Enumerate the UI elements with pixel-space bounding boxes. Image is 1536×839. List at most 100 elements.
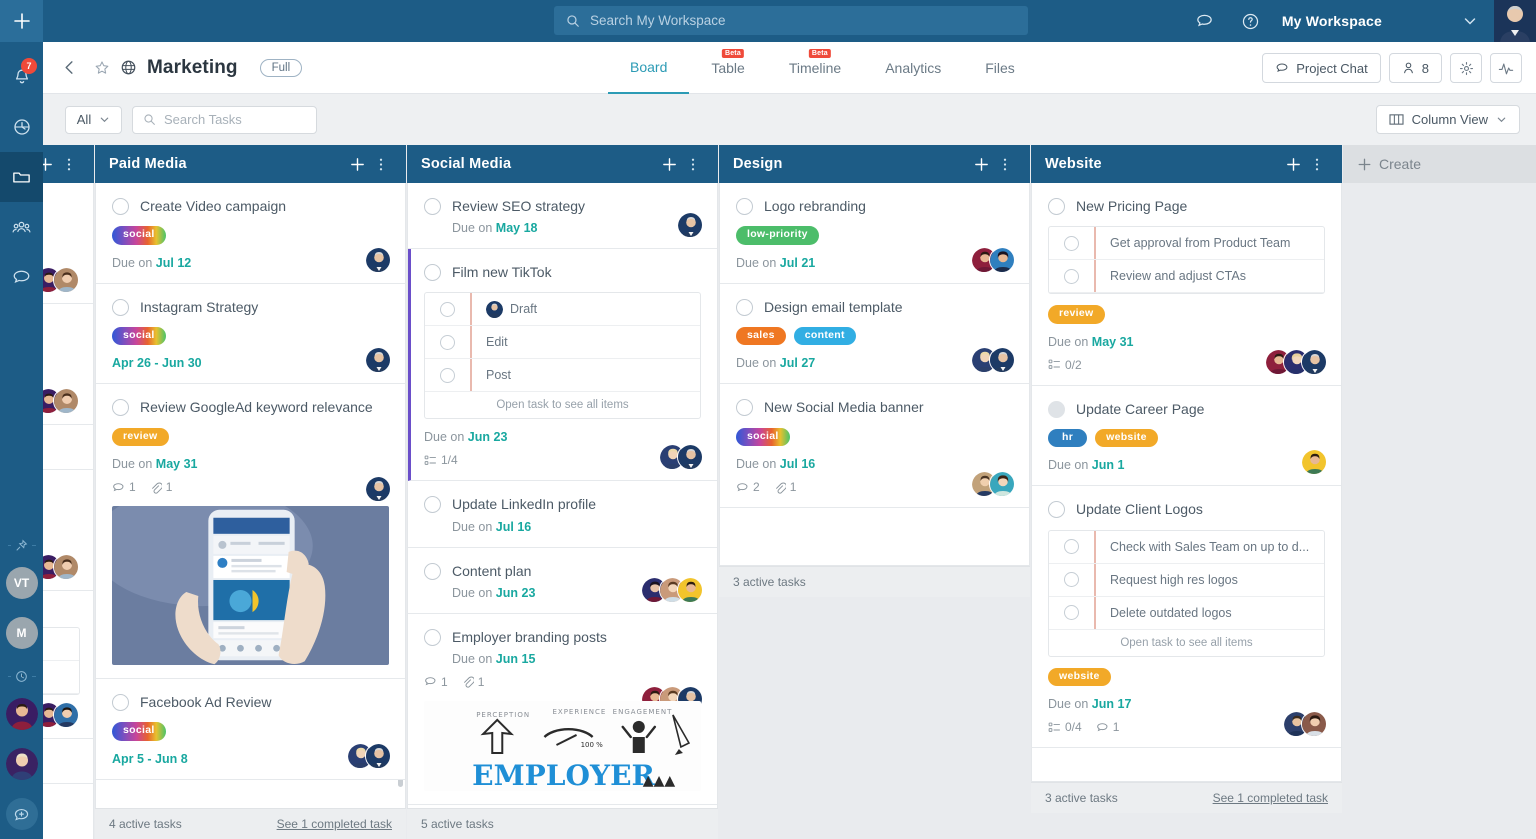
- subtask-checkbox[interactable]: [440, 367, 455, 383]
- avatar[interactable]: [365, 246, 391, 273]
- tab-timeline[interactable]: Beta Timeline: [767, 42, 863, 94]
- tag[interactable]: sales: [736, 326, 786, 346]
- column-body[interactable]: Create Video campaign social Due on Jul …: [95, 183, 406, 808]
- subtask-row[interactable]: [43, 628, 79, 661]
- card[interactable]: blog articles t blog: [43, 304, 93, 425]
- tag[interactable]: website: [1095, 428, 1158, 448]
- card[interactable]: [43, 591, 93, 739]
- subtask-row[interactable]: Review and adjust CTAs: [1049, 260, 1324, 294]
- subtask-checkbox[interactable]: [1064, 605, 1079, 621]
- card-checkbox[interactable]: [424, 628, 441, 646]
- avatar[interactable]: [1301, 711, 1327, 738]
- card-checkbox[interactable]: [424, 496, 441, 514]
- column-menu-button[interactable]: [58, 156, 80, 173]
- subtask-row[interactable]: [43, 661, 79, 694]
- filter-select[interactable]: All: [65, 105, 122, 134]
- card-checkbox[interactable]: [424, 264, 441, 282]
- column-view-button[interactable]: Column View: [1375, 105, 1520, 134]
- project-chat-button[interactable]: Project Chat: [1262, 53, 1381, 83]
- settings-button[interactable]: [1450, 53, 1482, 83]
- rail-avatar-user-1[interactable]: [5, 698, 38, 730]
- card[interactable]: [43, 425, 93, 470]
- subtask-checkbox[interactable]: [1064, 235, 1079, 251]
- rail-avatar-m[interactable]: M: [5, 617, 38, 649]
- avatar[interactable]: [53, 388, 79, 414]
- subtask-row[interactable]: Request high res logos: [1049, 563, 1324, 597]
- sidebar-item-dashboard[interactable]: [0, 102, 43, 152]
- messages-button[interactable]: [1182, 0, 1228, 42]
- card[interactable]: Design email template sales content Due …: [720, 283, 1029, 385]
- card-checkbox[interactable]: [736, 198, 753, 215]
- subtask-open-link[interactable]: Open task to see all items: [1049, 630, 1324, 656]
- rail-avatar-vt[interactable]: VT: [5, 567, 38, 599]
- back-button[interactable]: [61, 59, 78, 76]
- card-checkbox[interactable]: [112, 298, 129, 316]
- column-body[interactable]: New Pricing Page Get approval from Produ…: [1031, 183, 1342, 782]
- column-menu-button[interactable]: [1306, 156, 1328, 173]
- global-add-button[interactable]: [0, 0, 43, 42]
- tag[interactable]: review: [1048, 305, 1105, 324]
- card[interactable]: blog articles t blog: [43, 470, 93, 591]
- card[interactable]: Instagram Strategy social Apr 26 - Jun 3…: [96, 283, 405, 385]
- activity-button[interactable]: [1490, 53, 1522, 83]
- card-checkbox[interactable]: [424, 198, 441, 215]
- tag[interactable]: social: [112, 722, 166, 741]
- sidebar-item-projects[interactable]: [0, 152, 43, 202]
- avatar[interactable]: [677, 576, 703, 603]
- card[interactable]: Film new TikTok Draft Edit Post Open tas…: [408, 249, 717, 482]
- card-checkbox[interactable]: [112, 198, 129, 215]
- card[interactable]: blog articles t blog: [43, 183, 93, 304]
- card-checkbox[interactable]: [736, 298, 753, 316]
- tab-analytics[interactable]: Analytics: [863, 42, 963, 94]
- card-checkbox[interactable]: [1048, 400, 1065, 418]
- card[interactable]: [43, 739, 93, 784]
- tab-board[interactable]: Board: [608, 42, 690, 94]
- card-checkbox[interactable]: [112, 694, 129, 712]
- star-icon[interactable]: [94, 60, 110, 76]
- card-attachment-preview[interactable]: PERCEPTION EXPERIENCE ENGAGEMENT 100 % E…: [424, 700, 701, 791]
- add-task-button[interactable]: [657, 156, 682, 173]
- create-column-button[interactable]: Create: [1343, 145, 1536, 183]
- card[interactable]: Update LinkedIn profile Due on Jul 16: [408, 481, 717, 548]
- avatar[interactable]: [53, 702, 79, 728]
- add-task-button[interactable]: [1281, 156, 1306, 173]
- avatar[interactable]: [989, 347, 1015, 374]
- avatar[interactable]: [365, 476, 391, 503]
- card[interactable]: Facebook Ad Review social Apr 5 - Jun 8: [96, 679, 405, 780]
- help-button[interactable]: [1228, 0, 1274, 42]
- tag[interactable]: content: [793, 326, 856, 346]
- add-task-button[interactable]: [345, 156, 370, 173]
- card-attachment-preview[interactable]: [112, 506, 389, 666]
- avatar[interactable]: [365, 742, 391, 769]
- plan-badge[interactable]: Full: [259, 58, 303, 77]
- avatar[interactable]: [677, 212, 703, 239]
- subtask-checkbox[interactable]: [1064, 539, 1079, 555]
- column-menu-button[interactable]: [682, 156, 704, 173]
- card-checkbox[interactable]: [1048, 198, 1065, 215]
- card[interactable]: Employer branding posts Due on Jun 15 1 …: [408, 613, 717, 805]
- card[interactable]: New Pricing Page Get approval from Produ…: [1032, 183, 1341, 386]
- column-menu-button[interactable]: [994, 156, 1016, 173]
- tab-files[interactable]: Files: [963, 42, 1037, 94]
- avatar[interactable]: [365, 347, 391, 374]
- tab-table[interactable]: Beta Table: [689, 42, 766, 94]
- sidebar-item-chat[interactable]: [0, 252, 43, 302]
- workspace-name[interactable]: My Workspace: [1282, 13, 1382, 29]
- subtask-row[interactable]: Delete outdated logos: [1049, 596, 1324, 630]
- column-body[interactable]: blog articles t blog blog articles t blo…: [43, 183, 94, 839]
- avatar[interactable]: [989, 471, 1015, 498]
- completed-tasks-link[interactable]: See 1 completed task: [277, 817, 392, 831]
- add-task-button[interactable]: [969, 156, 994, 173]
- tag[interactable]: review: [112, 427, 169, 447]
- tag[interactable]: social: [112, 226, 166, 245]
- card-checkbox[interactable]: [1048, 501, 1065, 519]
- add-task-button[interactable]: [43, 156, 58, 173]
- column-menu-button[interactable]: [370, 156, 392, 173]
- column-body[interactable]: Review SEO strategy Due on May 18 Film n…: [407, 183, 718, 808]
- column-body[interactable]: Logo rebranding low-priority Due on Jul …: [719, 183, 1030, 566]
- subtask-open-link[interactable]: Open task to see all items: [425, 392, 700, 418]
- rail-avatar-user-2[interactable]: [5, 748, 38, 780]
- rail-add-member-button[interactable]: [5, 798, 38, 830]
- card[interactable]: New Social Media banner social Due on Ju…: [720, 384, 1029, 509]
- task-search[interactable]: [132, 105, 317, 134]
